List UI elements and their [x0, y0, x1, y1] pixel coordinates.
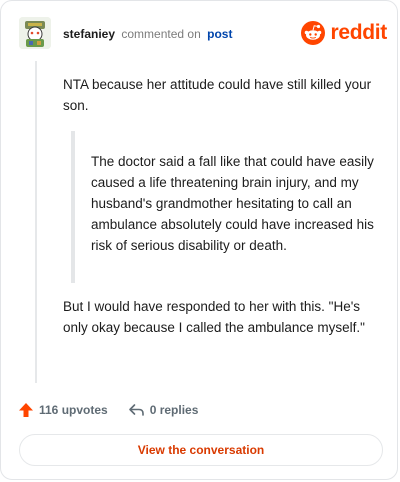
comment-meta: stefaniey commented on post	[63, 26, 232, 42]
upvote-button[interactable]: 116 upvotes	[18, 402, 108, 418]
view-conversation-button[interactable]: View the conversation	[19, 434, 383, 466]
reddit-snoo-icon	[301, 21, 326, 45]
snoo-avatar-icon	[19, 17, 51, 49]
comment-actions: 116 upvotes 0 replies	[18, 399, 218, 421]
comment-paragraph-2: But I would have responded to her with t…	[63, 299, 365, 335]
thread-line	[35, 61, 37, 383]
comment-header: stefaniey commented on post reddit	[19, 17, 387, 51]
embed-card: stefaniey commented on post reddit NTA b…	[0, 0, 398, 480]
upvote-count: 116 upvotes	[39, 403, 108, 417]
upvote-arrow-icon	[19, 403, 33, 417]
action-text: commented on	[121, 27, 201, 41]
reply-count: 0 replies	[149, 403, 199, 417]
avatar[interactable]	[19, 17, 51, 49]
brand-wordmark: reddit	[330, 21, 387, 44]
post-link[interactable]: post	[207, 27, 232, 41]
blockquote: The doctor said a fall like that could h…	[71, 131, 385, 283]
reply-button[interactable]: 0 replies	[128, 402, 199, 418]
quote-text: The doctor said a fall like that could h…	[91, 154, 374, 253]
reddit-logo[interactable]: reddit	[301, 19, 387, 47]
username-link[interactable]: stefaniey	[63, 27, 115, 41]
comment-paragraph-1: NTA because her attitude could have stil…	[63, 77, 372, 113]
reply-arrow-icon	[128, 404, 144, 416]
